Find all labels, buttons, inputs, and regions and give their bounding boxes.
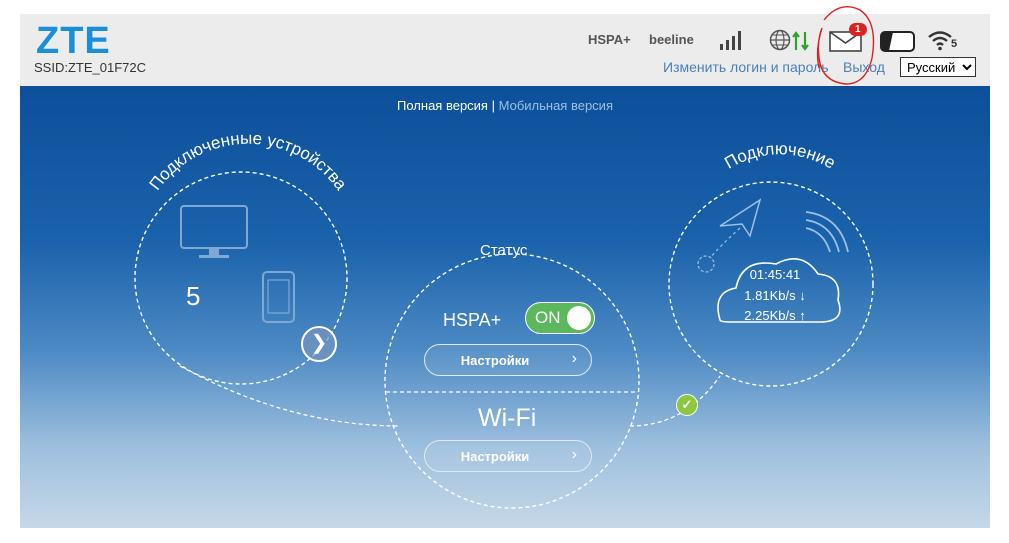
toggle-state: ON bbox=[535, 308, 561, 327]
globe-icon bbox=[769, 29, 791, 51]
mobile-data-toggle[interactable]: ON bbox=[525, 302, 595, 334]
router-admin-frame: ZTE SSID:ZTE_01F72C HSPA+ beeline 1 5 Из… bbox=[20, 6, 990, 528]
devices-connector-line bbox=[179, 365, 401, 427]
data-transfer-icon bbox=[792, 31, 809, 51]
monitor-icon bbox=[180, 205, 248, 258]
connected-devices-count: 5 bbox=[186, 281, 201, 311]
toggle-knob bbox=[567, 306, 591, 330]
chevron-right-icon: ❯ bbox=[310, 332, 328, 354]
network-settings-button[interactable]: Настройки › bbox=[424, 344, 592, 376]
phone-icon bbox=[262, 271, 295, 323]
language-select[interactable]: Русский bbox=[900, 57, 976, 77]
devices-more-button[interactable]: ❯ bbox=[301, 326, 337, 362]
chevron-right-icon: › bbox=[571, 350, 577, 367]
chevron-right-icon: › bbox=[571, 446, 577, 463]
paper-plane-icon bbox=[719, 198, 762, 238]
download-speed: 1.81Kb/s ↓ bbox=[744, 288, 806, 303]
upload-speed: 2.25Kb/s ↑ bbox=[744, 308, 806, 323]
wifi-settings-button[interactable]: Настройки › bbox=[424, 440, 592, 472]
operator-name: beeline bbox=[649, 32, 694, 47]
check-glyph: ✓ bbox=[681, 397, 693, 412]
connection-title: Подключение bbox=[721, 139, 838, 172]
annotation-circle bbox=[816, 6, 875, 85]
wifi-icon bbox=[928, 31, 952, 51]
plane-trail bbox=[709, 227, 741, 259]
signal-bars-icon bbox=[720, 31, 741, 50]
battery-icon bbox=[880, 31, 915, 52]
connection-time: 01:45:41 bbox=[749, 267, 801, 282]
connected-check-icon: ✓ bbox=[676, 394, 698, 416]
wifi-settings-label: Настройки bbox=[460, 449, 530, 464]
connection-connector-line bbox=[629, 375, 721, 427]
status-title: Статус bbox=[480, 242, 528, 259]
connection-title-path: Подключение bbox=[721, 139, 838, 172]
broadcast-waves-icon bbox=[805, 211, 849, 253]
trail-dot bbox=[697, 255, 715, 273]
ssid-label: SSID:ZTE_01F72C bbox=[34, 60, 146, 75]
network-type: HSPA+ bbox=[588, 32, 631, 47]
header: ZTE SSID:ZTE_01F72C HSPA+ beeline 1 5 Из… bbox=[20, 6, 990, 86]
change-login-link[interactable]: Изменить логин и пароль bbox=[663, 59, 829, 75]
devices-title-path: Подключенные устройства bbox=[145, 129, 350, 194]
hspa-label: HSPA+ bbox=[443, 310, 502, 330]
network-settings-label: Настройки bbox=[460, 353, 530, 368]
wifi-label: Wi-Fi bbox=[478, 404, 537, 432]
connection-circle bbox=[668, 181, 874, 387]
dashboard: Полная версия | Мобильная версия Подключ… bbox=[20, 86, 990, 528]
devices-title: Подключенные устройства bbox=[145, 129, 350, 194]
zte-logo: ZTE bbox=[36, 20, 111, 62]
wifi-clients-count: 5 bbox=[951, 38, 958, 50]
